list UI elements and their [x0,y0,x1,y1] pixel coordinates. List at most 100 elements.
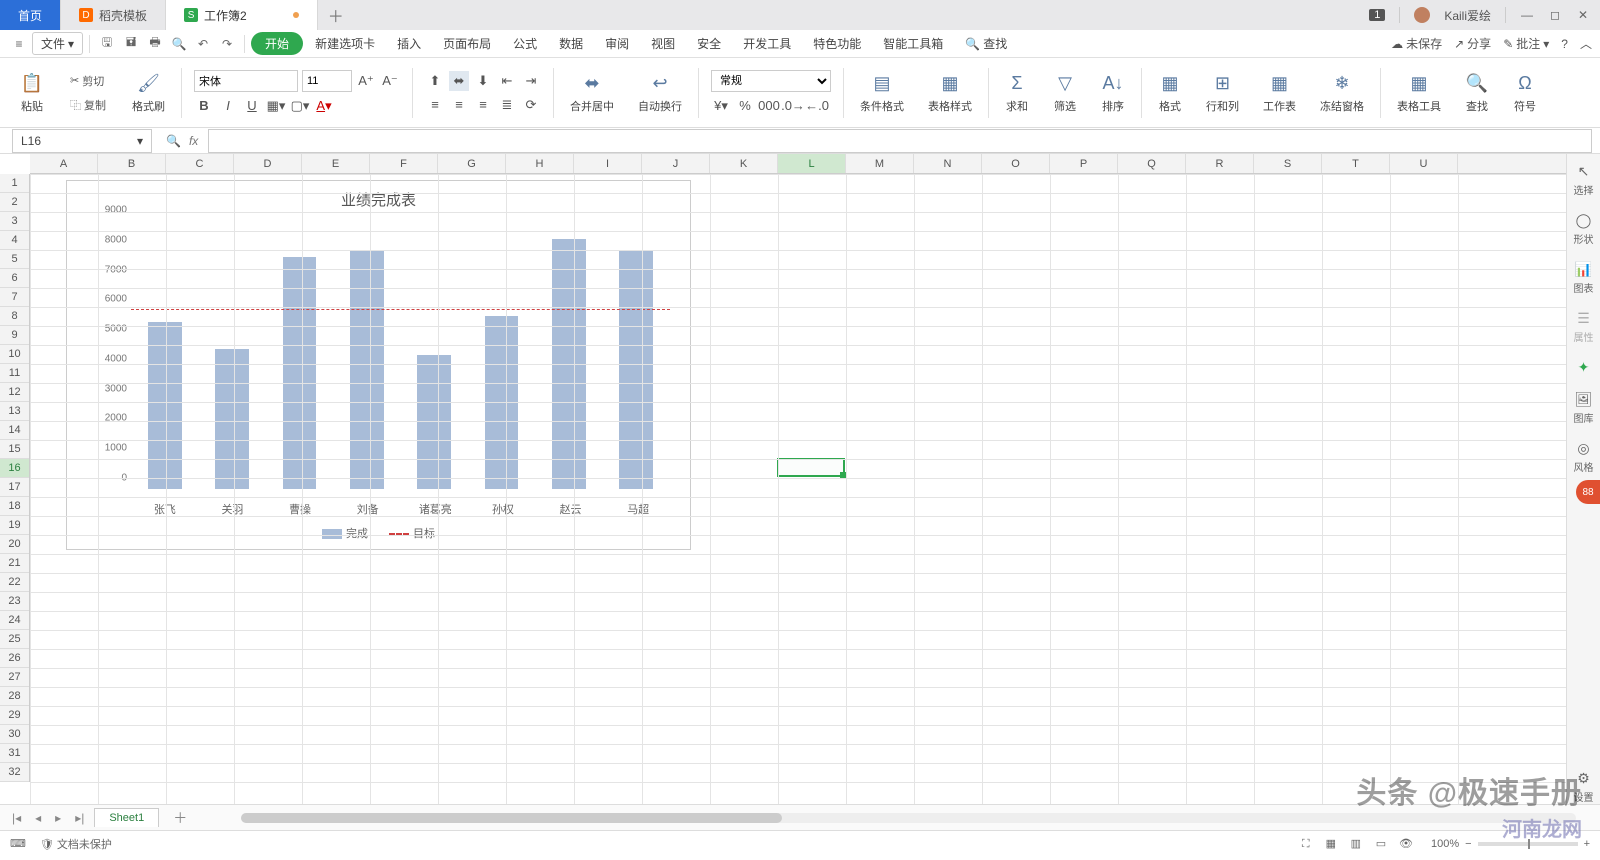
share-button[interactable]: ↗分享 [1454,35,1491,52]
page-view-icon[interactable]: ▥ [1345,834,1367,852]
indent-decrease-icon[interactable]: ⇤ [497,71,517,91]
thousands-icon[interactable]: 000 [759,96,779,116]
side-prop[interactable]: ☰属性 [1574,309,1594,344]
conditional-format-button[interactable]: ▤条件格式 [856,70,908,116]
tab-daoketemplates[interactable]: D 稻壳模板 [61,0,166,30]
add-tab-button[interactable]: ＋ [318,0,354,30]
align-bottom-icon[interactable]: ⬇ [473,71,493,91]
merge-center-button[interactable]: ⬌合并居中 [566,70,618,116]
tab-review[interactable]: 审阅 [595,31,639,56]
wrap-text-button[interactable]: ↩自动换行 [634,70,686,116]
tab-start[interactable]: 开始 [251,32,303,55]
copy-button[interactable]: ⿻复制 [64,95,112,115]
side-settings[interactable]: ⚙设置 [1574,769,1594,804]
search-menu[interactable]: 🔍查找 [955,31,1017,56]
cut-button[interactable]: ✂剪切 [64,71,110,91]
align-right-icon[interactable]: ≡ [473,95,493,115]
font-size-select[interactable] [302,70,352,92]
tabletool-button[interactable]: ▦表格工具 [1393,70,1445,116]
sum-button[interactable]: Σ求和 [1001,70,1033,116]
align-center-icon[interactable]: ≡ [449,95,469,115]
undo-icon[interactable]: ↶ [192,33,214,55]
column-headers[interactable]: ABCDEFGHIJKLMNOPQRSTU [30,154,1566,174]
orientation-icon[interactable]: ⟳ [521,95,541,115]
format-painter-button[interactable]: 🖌 格式刷 [128,70,169,116]
fullscreen-icon[interactable]: ⛶ [1295,835,1317,853]
zoom-lens-icon[interactable]: 🔍 [166,134,181,148]
tab-special[interactable]: 特色功能 [803,31,871,56]
fx-icon[interactable]: fx [189,134,198,148]
freeze-button[interactable]: ❄冻结窗格 [1316,70,1368,116]
cells[interactable]: 业绩完成表 0100020003000400050006000700080009… [30,174,1566,804]
formula-input[interactable] [208,129,1592,153]
sheet-prev-icon[interactable]: ◂ [31,811,45,825]
floating-badge[interactable]: 88 [1576,480,1600,504]
doc-protect[interactable]: 🛡 文档未保护 [40,836,112,852]
format-button[interactable]: ▦格式 [1154,70,1186,116]
row-headers[interactable]: 1234567891011121314151617181920212223242… [0,174,30,782]
bold-icon[interactable]: B [194,96,214,116]
side-wps[interactable]: ✦ [1575,358,1593,376]
tab-insert[interactable]: 插入 [387,31,431,56]
rowcol-button[interactable]: ⊞行和列 [1202,70,1243,116]
side-shape[interactable]: ◯形状 [1574,211,1594,246]
align-top-icon[interactable]: ⬆ [425,71,445,91]
font-decrease-icon[interactable]: A⁻ [380,71,400,91]
name-box[interactable]: L16▾ [12,129,152,153]
paste-button[interactable]: 📋 粘贴 [16,70,48,116]
side-gallery[interactable]: 🖼图库 [1574,390,1594,425]
tab-security[interactable]: 安全 [687,31,731,56]
selected-cell[interactable] [777,458,845,477]
worksheet-button[interactable]: ▦工作表 [1259,70,1300,116]
table-style-button[interactable]: ▦表格样式 [924,70,976,116]
font-color-icon[interactable]: A▾ [314,96,334,116]
align-middle-icon[interactable]: ⬌ [449,71,469,91]
sheet-last-icon[interactable]: ▸| [71,811,88,825]
tab-home[interactable]: 首页 [0,0,61,30]
redo-icon[interactable]: ↷ [216,33,238,55]
hamburger-icon[interactable]: ≡ [8,33,30,55]
zoom-out-icon[interactable]: − [1465,838,1471,850]
zoom-control[interactable]: 100% − + [1431,838,1590,850]
underline-icon[interactable]: U [242,96,262,116]
side-chart[interactable]: 📊图表 [1574,260,1594,295]
print-preview-icon[interactable]: 🔍 [168,33,190,55]
normal-view-icon[interactable]: ▦ [1320,834,1342,852]
horizontal-scrollbar[interactable] [241,811,1592,825]
font-increase-icon[interactable]: A⁺ [356,71,376,91]
decimal-decrease-icon[interactable]: ←.0 [807,96,827,116]
close-icon[interactable]: ✕ [1576,8,1590,22]
sort-button[interactable]: A↓排序 [1097,70,1129,116]
tab-pagelayout[interactable]: 页面布局 [433,31,501,56]
notification-badge[interactable]: 1 [1369,9,1385,21]
border-icon[interactable]: ▦▾ [266,96,286,116]
tab-view[interactable]: 视图 [641,31,685,56]
user-name[interactable]: Kaili爱绘 [1444,7,1491,24]
tab-devtools[interactable]: 开发工具 [733,31,801,56]
sheet-next-icon[interactable]: ▸ [51,811,65,825]
currency-icon[interactable]: ¥▾ [711,96,731,116]
embedded-chart[interactable]: 业绩完成表 0100020003000400050006000700080009… [66,180,691,550]
indent-increase-icon[interactable]: ⇥ [521,71,541,91]
tab-smartbox[interactable]: 智能工具箱 [873,31,953,56]
add-sheet-button[interactable]: ＋ [165,808,195,828]
percent-icon[interactable]: % [735,96,755,116]
comment-button[interactable]: ✎批注▾ [1503,35,1549,52]
user-avatar[interactable] [1414,7,1430,23]
number-format-select[interactable]: 常规 [711,70,831,92]
align-justify-icon[interactable]: ≣ [497,95,517,115]
sheet-tab-1[interactable]: Sheet1 [94,808,159,827]
tab-newcustom[interactable]: 新建选项卡 [305,31,385,56]
reading-view-icon[interactable]: ▭ [1370,834,1392,852]
align-left-icon[interactable]: ≡ [425,95,445,115]
fill-color-icon[interactable]: ▢▾ [290,96,310,116]
file-menu[interactable]: 文件 ▾ [32,32,83,55]
collapse-ribbon-icon[interactable]: ︿ [1580,35,1592,52]
print-icon[interactable]: 🖶 [144,33,166,55]
find-button[interactable]: 🔍查找 [1461,70,1493,116]
tab-formula[interactable]: 公式 [503,31,547,56]
minimize-icon[interactable]: — [1520,8,1534,22]
filter-button[interactable]: ▽筛选 [1049,70,1081,116]
zoom-in-icon[interactable]: + [1584,838,1590,850]
maximize-icon[interactable]: ◻ [1548,8,1562,22]
